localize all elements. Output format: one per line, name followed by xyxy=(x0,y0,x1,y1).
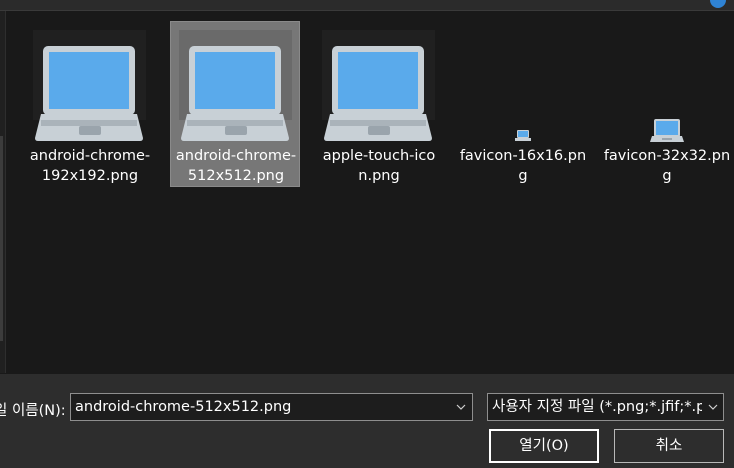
dialog-footer: 일 이름(N): android-chrome-512x512.png 사용자 … xyxy=(0,374,734,468)
laptop-icon xyxy=(314,30,444,142)
laptop-icon xyxy=(602,30,732,142)
file-item[interactable]: android-chrome- 192x192.png xyxy=(25,22,155,188)
file-name: apple-touch-ico n.png xyxy=(322,148,436,184)
file-item-selected[interactable]: android-chrome- 512x512.png xyxy=(170,21,300,187)
scrollbar-thumb[interactable] xyxy=(0,136,3,341)
file-item[interactable]: favicon-32x32.pn g xyxy=(602,22,732,188)
filename-input[interactable]: android-chrome-512x512.png xyxy=(75,399,291,415)
filename-combobox[interactable]: android-chrome-512x512.png xyxy=(70,393,473,421)
title-strip xyxy=(0,0,734,11)
filetype-select[interactable]: 사용자 지정 파일 (*.png;*.jfif;*.pjpeg;*.jpeg;*… xyxy=(487,393,724,421)
laptop-icon xyxy=(458,30,588,142)
file-name: android-chrome- 192x192.png xyxy=(29,148,151,184)
filename-label: 일 이름(N): xyxy=(0,403,66,419)
laptop-icon xyxy=(25,30,155,142)
file-item[interactable]: apple-touch-ico n.png xyxy=(314,22,444,188)
filetype-value: 사용자 지정 파일 (*.png;*.jfif;*.pjpeg;*.jpeg;*… xyxy=(492,399,702,415)
chevron-down-icon[interactable] xyxy=(455,401,467,413)
laptop-icon xyxy=(171,30,301,142)
file-name: favicon-16x16.pn g xyxy=(459,148,587,184)
file-item[interactable]: favicon-16x16.pn g xyxy=(458,22,588,188)
file-list: android-chrome- 192x192.png android-chrom… xyxy=(6,11,734,373)
file-name: favicon-32x32.pn g xyxy=(603,148,731,184)
cancel-button[interactable]: 취소 xyxy=(614,429,724,463)
file-name: android-chrome- 512x512.png xyxy=(175,148,297,184)
open-button[interactable]: 열기(O) xyxy=(489,429,599,463)
chevron-down-icon[interactable] xyxy=(707,401,719,413)
